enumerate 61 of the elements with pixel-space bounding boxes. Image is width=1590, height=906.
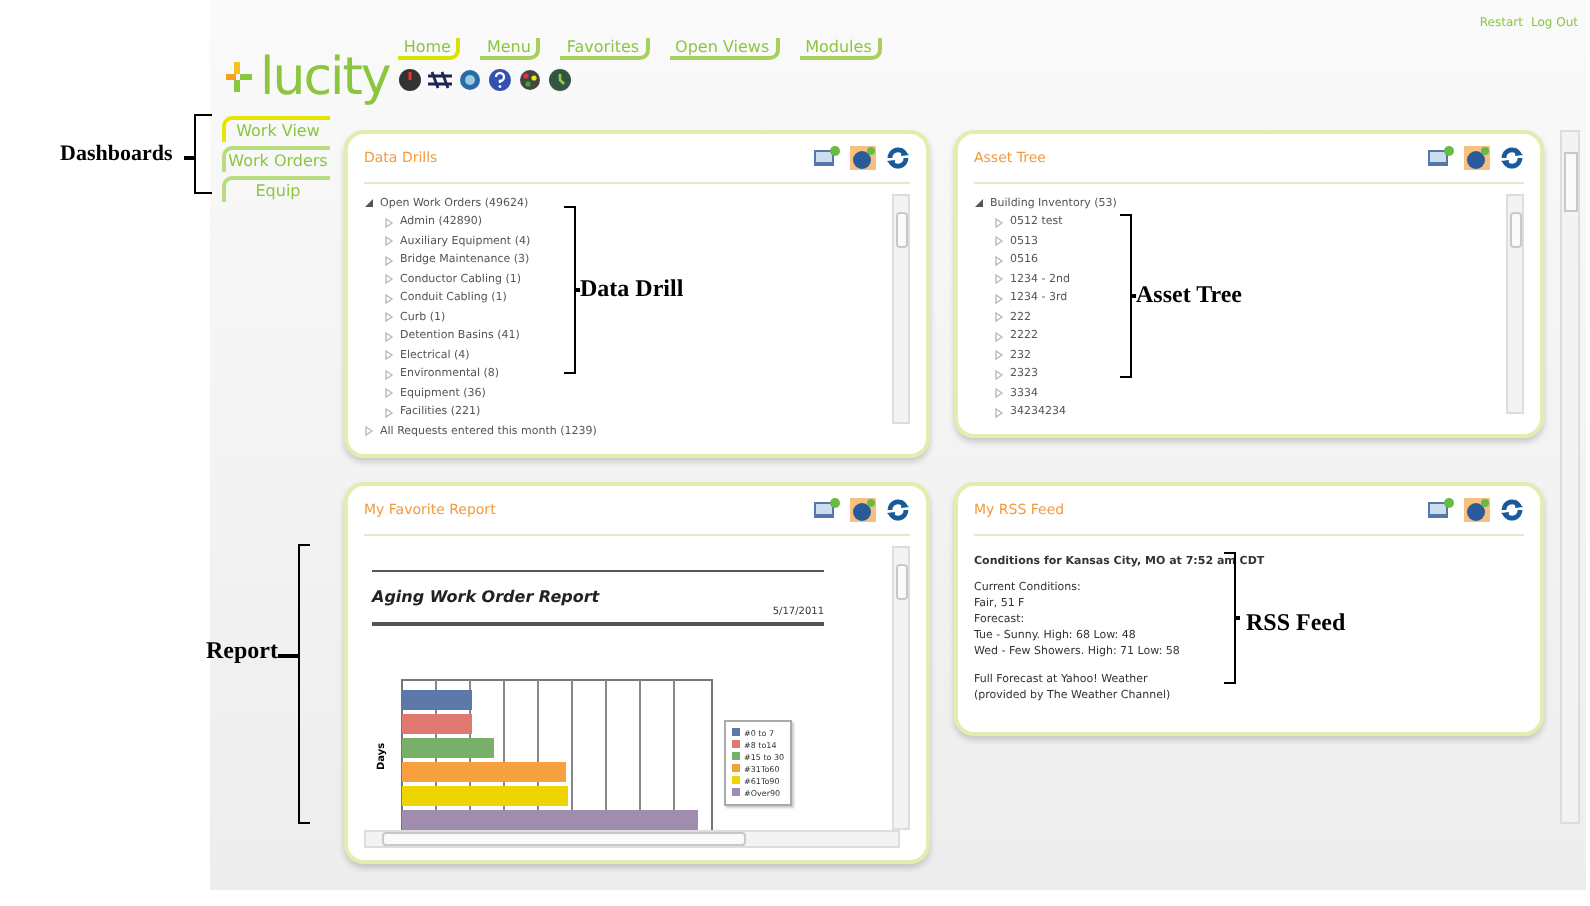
collapsed-arrow-icon[interactable] [994, 350, 1004, 361]
collapsed-arrow-icon[interactable] [384, 217, 394, 228]
collapsed-arrow-icon[interactable] [994, 331, 1004, 342]
chart-bar [402, 713, 472, 733]
scrollbar[interactable] [892, 545, 910, 829]
collapsed-arrow-icon[interactable] [994, 274, 1004, 285]
report-title: Aging Work Order Report [372, 588, 602, 606]
callout-label: Data Drill [580, 274, 684, 304]
logo-icon [220, 60, 256, 96]
collapsed-arrow-icon[interactable] [384, 274, 394, 285]
refresh-icon[interactable] [886, 146, 910, 170]
collapsed-arrow-icon[interactable] [994, 312, 1004, 323]
collapsed-arrow-icon[interactable] [384, 350, 394, 361]
collapsed-arrow-icon[interactable] [994, 293, 1004, 304]
collapsed-arrow-icon[interactable] [384, 255, 394, 266]
collapsed-arrow-icon[interactable] [384, 407, 394, 418]
palette-icon[interactable] [517, 68, 542, 92]
expanded-arrow-icon[interactable] [364, 198, 374, 209]
collapsed-arrow-icon[interactable] [364, 426, 374, 437]
globe-icon[interactable] [850, 497, 876, 521]
add-monitor-icon[interactable] [814, 146, 840, 170]
collapsed-arrow-icon[interactable] [994, 217, 1004, 228]
clock-icon[interactable] [547, 68, 572, 92]
add-monitor-icon[interactable] [814, 497, 840, 521]
refresh-icon[interactable] [1500, 146, 1524, 170]
callout-label: Dashboards [60, 142, 173, 166]
collapsed-arrow-icon[interactable] [384, 388, 394, 399]
callout-label: RSS Feed [1246, 608, 1346, 638]
refresh-icon[interactable] [886, 497, 910, 521]
globe-icon[interactable] [850, 146, 876, 170]
globe-icon[interactable] [1464, 146, 1490, 170]
network-icon[interactable] [427, 68, 452, 92]
logo-text: lucity [260, 52, 390, 104]
collapsed-arrow-icon[interactable] [384, 369, 394, 380]
help-icon[interactable] [487, 68, 512, 92]
scrollbar[interactable] [892, 194, 910, 424]
scrollbar[interactable] [1506, 194, 1524, 414]
page-scrollbar[interactable] [1560, 130, 1580, 824]
collapsed-arrow-icon[interactable] [384, 293, 394, 304]
callout-label: Report [206, 636, 278, 666]
globe-icon[interactable] [1464, 497, 1490, 521]
collapsed-arrow-icon[interactable] [994, 369, 1004, 380]
collapsed-arrow-icon[interactable] [994, 236, 1004, 247]
collapsed-arrow-icon[interactable] [994, 255, 1004, 266]
add-monitor-icon[interactable] [1428, 146, 1454, 170]
collapsed-arrow-icon[interactable] [994, 407, 1004, 418]
expanded-arrow-icon[interactable] [974, 198, 984, 209]
add-monitor-icon[interactable] [1428, 497, 1454, 521]
horizontal-scrollbar[interactable] [364, 829, 900, 847]
collapsed-arrow-icon[interactable] [384, 236, 394, 247]
collapsed-arrow-icon[interactable] [994, 388, 1004, 399]
gauge-icon[interactable] [397, 68, 422, 92]
refresh-icon[interactable] [1500, 497, 1524, 521]
callout-label: Asset Tree [1136, 280, 1242, 310]
chart-bar [402, 737, 494, 757]
leader-line [278, 654, 298, 657]
chart-bar [402, 689, 472, 709]
collapsed-arrow-icon[interactable] [384, 331, 394, 342]
globe-search-icon[interactable] [457, 68, 482, 92]
callout-bracket [194, 114, 212, 194]
collapsed-arrow-icon[interactable] [384, 312, 394, 323]
